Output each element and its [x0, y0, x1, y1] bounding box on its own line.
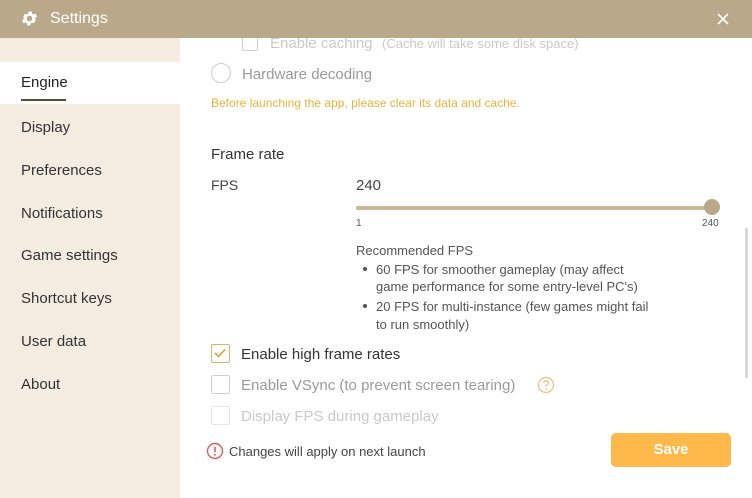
active-indicator: [21, 99, 66, 101]
recommendation-line: 60 FPS for smoother gameplay (may affect: [376, 262, 624, 277]
help-icon[interactable]: [537, 376, 555, 394]
sidebar-item-label: User data: [21, 333, 87, 350]
sidebar-item-label: Preferences: [21, 162, 102, 179]
recommendation-line: to run smoothly): [376, 317, 470, 332]
fps-slider-thumb[interactable]: [704, 199, 720, 215]
enable-high-frame-rates-checkbox[interactable]: [211, 344, 230, 363]
enable-high-frame-rates-label: Enable high frame rates: [241, 346, 401, 363]
recommendation-line: 20 FPS for multi-instance (few games mig…: [376, 299, 649, 314]
enable-vsync-label: Enable VSync (to prevent screen tearing): [241, 377, 516, 394]
sidebar-item-shortcut-keys[interactable]: Shortcut keys: [0, 278, 180, 320]
sidebar-item-label: Notifications: [21, 205, 103, 222]
sidebar-item-label: Shortcut keys: [21, 290, 112, 307]
slider-max-label: 240: [702, 218, 719, 229]
save-button[interactable]: Save: [611, 433, 731, 467]
sidebar-item-display[interactable]: Display: [0, 107, 180, 149]
apply-notice: Changes will apply on next launch: [229, 444, 426, 459]
sidebar-item-label: Engine: [21, 74, 68, 91]
fps-label: FPS: [211, 177, 239, 193]
sidebar-item-label: Game settings: [21, 247, 118, 264]
checkmark-icon: [214, 348, 226, 358]
footer-bar: Changes will apply on next launch Save: [180, 428, 752, 498]
settings-window: Settings Engine Display Preferences Noti…: [0, 0, 752, 498]
bullet-icon: [363, 304, 367, 308]
vertical-scrollbar[interactable]: [745, 228, 748, 378]
sidebar-item-preferences[interactable]: Preferences: [0, 150, 180, 192]
fps-value: 240: [356, 177, 382, 194]
bullet-icon: [363, 267, 367, 271]
slider-min-label: 1: [356, 218, 362, 229]
enable-caching-note: (Cache will take some disk space): [382, 38, 579, 51]
sidebar: Engine Display Preferences Notifications…: [0, 38, 180, 498]
sidebar-item-user-data[interactable]: User data: [0, 321, 180, 363]
gear-icon: [21, 11, 38, 26]
enable-caching-label: Enable caching: [270, 38, 373, 52]
sidebar-item-label: Display: [21, 119, 71, 136]
hardware-decoding-radio[interactable]: [211, 63, 231, 83]
warning-text: Before launching the app, please clear i…: [211, 96, 520, 110]
engine-settings-panel: Enable caching (Cache will take some dis…: [180, 38, 752, 498]
hardware-decoding-label: Hardware decoding: [242, 66, 373, 83]
display-fps-checkbox[interactable]: [211, 406, 230, 425]
recommendation-line: game performance for some entry-level PC…: [376, 279, 638, 294]
close-icon[interactable]: [714, 10, 732, 28]
frame-rate-title: Frame rate: [211, 146, 285, 163]
sidebar-item-label: About: [21, 376, 61, 393]
sidebar-item-engine[interactable]: Engine: [0, 62, 180, 104]
display-fps-label: Display FPS during gameplay: [241, 408, 439, 425]
sidebar-item-about[interactable]: About: [0, 364, 180, 406]
title-bar[interactable]: Settings: [0, 0, 752, 38]
fps-slider-track[interactable]: [356, 206, 712, 210]
enable-caching-checkbox[interactable]: [242, 38, 258, 51]
sidebar-item-notifications[interactable]: Notifications: [0, 193, 180, 235]
window-title: Settings: [50, 10, 108, 27]
info-icon: [206, 442, 224, 460]
enable-vsync-checkbox[interactable]: [211, 375, 230, 394]
recommended-fps-title: Recommended FPS: [356, 243, 474, 258]
sidebar-item-game-settings[interactable]: Game settings: [0, 235, 180, 277]
